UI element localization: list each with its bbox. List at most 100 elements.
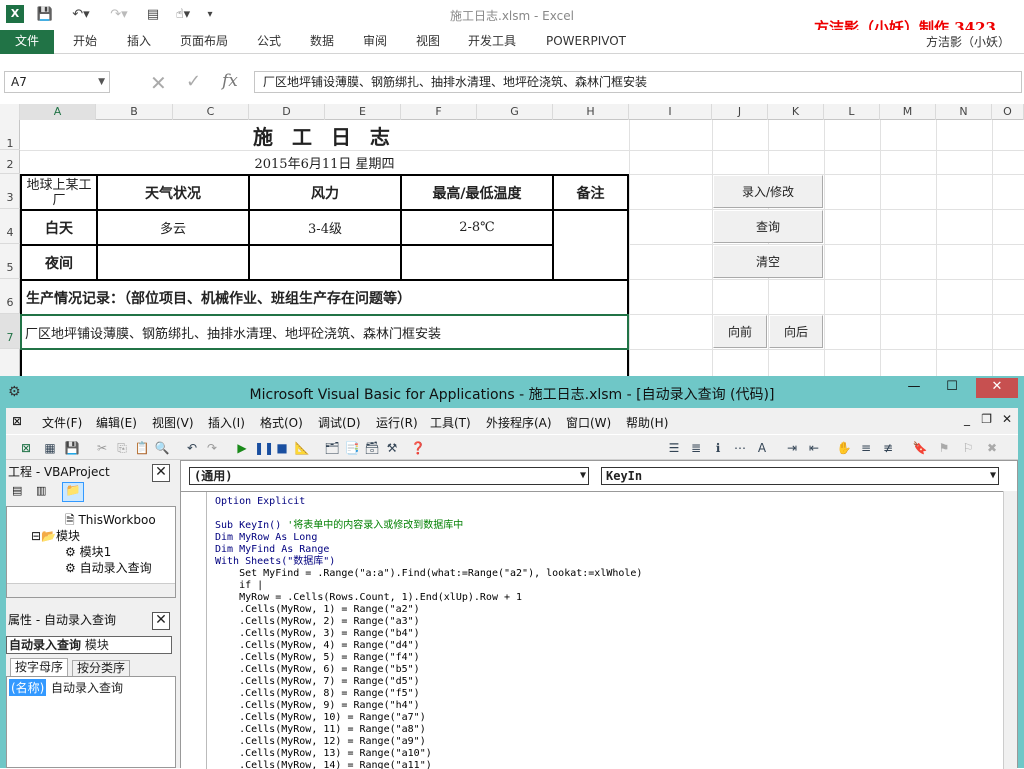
day-label-cell[interactable]: 白天 [20, 209, 98, 246]
day-wind-cell[interactable]: 3-4级 [248, 209, 402, 246]
row-header[interactable]: 2 [0, 150, 20, 174]
code-editor[interactable]: Option Explicit Sub KeyIn() '将表单中的内容录入或修改… [181, 491, 1005, 769]
column-header[interactable]: J [712, 104, 768, 120]
project-pane-close-icon[interactable]: ✕ [152, 464, 170, 482]
props-name-value[interactable]: 自动录入查询 [51, 679, 123, 696]
code-line[interactable]: if | [215, 580, 642, 592]
night-temp-cell[interactable] [400, 244, 554, 281]
temp-header-cell[interactable]: 最高/最低温度 [400, 174, 554, 211]
clear-bookmarks-icon[interactable]: ✖ [984, 440, 1000, 456]
cut-icon[interactable]: ✂ [94, 440, 110, 456]
code-line[interactable] [215, 508, 642, 520]
menu-help[interactable]: 帮助(H) [626, 414, 668, 431]
comment-block-icon[interactable]: ≡ [858, 440, 874, 456]
menu-tools[interactable]: 工具(T) [430, 414, 471, 431]
properties-icon[interactable]: 📑 [344, 440, 360, 456]
tab-review[interactable]: 审阅 [363, 30, 387, 54]
entry-button[interactable]: 录入/修改 [713, 175, 823, 208]
column-header[interactable]: H [553, 104, 629, 120]
toggle-breakpoint-icon[interactable]: ✋ [836, 440, 852, 456]
code-line[interactable]: .Cells(MyRow, 3) = Range("b4") [215, 628, 642, 640]
save-icon[interactable]: 💾 [64, 440, 80, 456]
code-line[interactable]: .Cells(MyRow, 2) = Range("a3") [215, 616, 642, 628]
select-all-corner[interactable] [0, 104, 20, 120]
code-line[interactable]: .Cells(MyRow, 1) = Range("a2") [215, 604, 642, 616]
column-header[interactable]: B [96, 104, 173, 120]
find-icon[interactable]: 🔍 [154, 440, 170, 456]
column-header[interactable]: C [173, 104, 249, 120]
chevron-down-icon[interactable]: ▼ [990, 468, 996, 484]
column-header[interactable]: A [20, 104, 96, 120]
name-box[interactable]: A7 ▼ [4, 71, 110, 93]
tree-item-auto-entry[interactable]: ⚙ 自动录入查询 [65, 559, 152, 576]
close-icon[interactable]: ✕ [976, 378, 1018, 398]
day-weather-cell[interactable]: 多云 [96, 209, 250, 246]
excel-view-icon[interactable]: ⊠ [12, 414, 22, 428]
row-header[interactable]: 5 [0, 244, 20, 279]
tab-insert[interactable]: 插入 [127, 30, 151, 54]
code-line[interactable]: .Cells(MyRow, 9) = Range("h4") [215, 700, 642, 712]
prev-button[interactable]: 向前 [713, 315, 767, 348]
code-line[interactable]: Dim MyRow As Long [215, 532, 642, 544]
chevron-down-icon[interactable]: ▼ [580, 468, 586, 484]
remark-cell[interactable] [552, 209, 629, 281]
code-line[interactable]: MyRow = .Cells(Rows.Count, 1).End(xlUp).… [215, 592, 642, 604]
code-line[interactable]: Set MyFind = .Range("a:a").Find(what:=Ra… [215, 568, 642, 580]
list-constants-icon[interactable]: ≣ [688, 440, 704, 456]
toggle-folders-icon[interactable]: 📁 [62, 482, 84, 502]
parameter-info-icon[interactable]: ⋯ [732, 440, 748, 456]
menu-window[interactable]: 窗口(W) [566, 414, 611, 431]
log-date-cell[interactable]: 2015年6月11日 星期四 [20, 151, 629, 173]
collapse-icon[interactable]: ⊟ [31, 529, 41, 543]
previous-bookmark-icon[interactable]: ⚐ [960, 440, 976, 456]
menu-file[interactable]: 文件(F) [42, 414, 82, 431]
wind-header-cell[interactable]: 风力 [248, 174, 402, 211]
tree-hscrollbar[interactable] [7, 583, 175, 597]
insert-module-icon[interactable]: ▦ [42, 440, 58, 456]
menu-debug[interactable]: 调试(D) [318, 414, 361, 431]
object-browser-icon[interactable]: 🗃 [364, 440, 380, 456]
chevron-down-icon[interactable]: ▼ [98, 72, 105, 92]
night-wind-cell[interactable] [248, 244, 402, 281]
code-margin-indicator-bar[interactable] [181, 492, 207, 769]
code-line[interactable]: .Cells(MyRow, 8) = Range("f5") [215, 688, 642, 700]
complete-word-icon[interactable]: A [754, 440, 770, 456]
column-header[interactable]: E [325, 104, 401, 120]
code-line[interactable]: .Cells(MyRow, 12) = Range("a9") [215, 736, 642, 748]
code-line[interactable]: With Sheets("数据库") [215, 556, 642, 568]
column-header[interactable]: O [992, 104, 1024, 120]
production-value-cell[interactable]: 厂区地坪铺设薄膜、钢筋绑扎、抽排水清理、地坪砼浇筑、森林门框安装 [20, 314, 629, 350]
tab-view[interactable]: 视图 [416, 30, 440, 54]
tab-powerpivot[interactable]: POWERPIVOT [546, 30, 626, 54]
tab-formulas[interactable]: 公式 [257, 30, 281, 54]
row-header[interactable]: 1 [0, 120, 20, 150]
column-header[interactable]: I [629, 104, 712, 120]
tab-data[interactable]: 数据 [310, 30, 334, 54]
tab-developer[interactable]: 开发工具 [468, 30, 516, 54]
column-header[interactable]: M [880, 104, 936, 120]
code-line[interactable]: .Cells(MyRow, 11) = Range("a8") [215, 724, 642, 736]
code-vscrollbar[interactable] [1003, 491, 1017, 769]
weather-header-cell[interactable]: 天气状况 [96, 174, 250, 211]
menu-insert[interactable]: 插入(I) [208, 414, 245, 431]
tab-alphabetic[interactable]: 按字母序 [10, 658, 69, 676]
undo-icon[interactable]: ↶ [184, 440, 200, 456]
next-bookmark-icon[interactable]: ⚑ [936, 440, 952, 456]
column-header[interactable]: F [401, 104, 477, 120]
props-name-key[interactable]: (名称) [9, 679, 47, 696]
code-line[interactable]: .Cells(MyRow, 6) = Range("b5") [215, 664, 642, 676]
insert-function-icon[interactable]: fx [222, 71, 238, 91]
menu-run[interactable]: 运行(R) [376, 414, 418, 431]
code-line[interactable]: Sub KeyIn() '将表单中的内容录入或修改到数据库中 [215, 520, 642, 532]
props-pane-close-icon[interactable]: ✕ [152, 612, 170, 630]
tab-home[interactable]: 开始 [73, 30, 97, 54]
row-header[interactable]: 6 [0, 279, 20, 314]
mdi-close-icon[interactable]: ✕ [1002, 412, 1012, 426]
next-button[interactable]: 向后 [769, 315, 823, 348]
redo-icon[interactable]: ↷ [204, 440, 220, 456]
mdi-minimize-icon[interactable]: _ [964, 412, 970, 426]
project-explorer-icon[interactable]: 🗂 [324, 440, 340, 456]
code-line[interactable]: .Cells(MyRow, 5) = Range("f4") [215, 652, 642, 664]
enter-check-icon[interactable]: ✓ [186, 71, 201, 92]
menu-addins[interactable]: 外接程序(A) [486, 414, 552, 431]
